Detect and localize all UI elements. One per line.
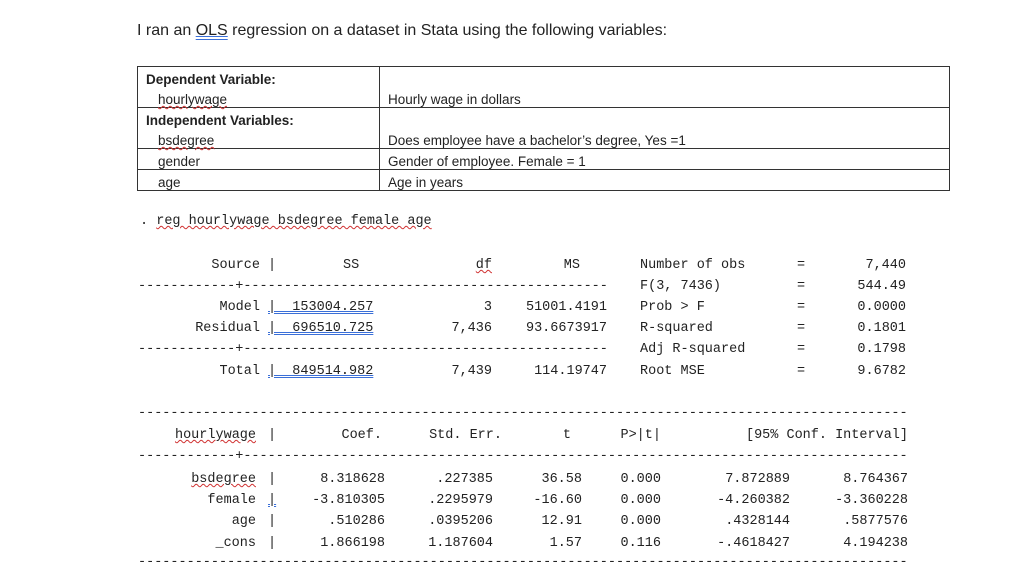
ind-desc: Gender of employee. Female = 1 bbox=[379, 148, 950, 170]
coef-cell: .227385 bbox=[436, 472, 493, 487]
header-t: t bbox=[562, 428, 571, 443]
coef-cell: .5877576 bbox=[843, 514, 908, 529]
pipe: | bbox=[268, 258, 277, 273]
stat-value: 0.1798 bbox=[857, 342, 906, 357]
intro-text: I ran an OLS regression on a dataset in … bbox=[137, 22, 667, 40]
divider-line: ----------------------------------------… bbox=[138, 555, 907, 570]
coef-cell: .510286 bbox=[328, 514, 385, 529]
coef-cell: 36.58 bbox=[541, 472, 582, 487]
coef-cell: 1.57 bbox=[549, 536, 582, 551]
coef-cell: -.4618427 bbox=[717, 536, 790, 551]
equals: = bbox=[797, 258, 806, 273]
df-value: 3 bbox=[483, 300, 492, 315]
ind-name: age bbox=[137, 169, 380, 191]
divider-line: ------------+---------------------------… bbox=[138, 279, 607, 294]
coef-cell: 1.187604 bbox=[428, 536, 493, 551]
coef-cell: -3.360228 bbox=[835, 493, 908, 508]
coef-cell: 1.866198 bbox=[320, 536, 385, 551]
stat-value: 7,440 bbox=[865, 258, 906, 273]
equals: = bbox=[797, 342, 806, 357]
equals: = bbox=[797, 321, 806, 336]
ss-value: | 696510.725 bbox=[268, 321, 374, 336]
coef-cell: -4.260382 bbox=[717, 493, 790, 508]
stat-label: F(3, 7436) bbox=[640, 279, 722, 294]
stat-label: Number of obs bbox=[640, 258, 746, 273]
pipe: | bbox=[268, 514, 277, 529]
header-ci: [95% Conf. Interval] bbox=[745, 428, 908, 443]
ms-value: 114.19747 bbox=[534, 364, 607, 379]
coef-cell: .4328144 bbox=[725, 514, 790, 529]
var-name: age bbox=[231, 514, 256, 529]
stat-label: R-squared bbox=[640, 321, 713, 336]
equals: = bbox=[797, 364, 806, 379]
intro-before: I ran an bbox=[137, 22, 196, 39]
coef-cell: 0.000 bbox=[620, 493, 661, 508]
coef-cell: 4.194238 bbox=[843, 536, 908, 551]
stat-value: 544.49 bbox=[857, 279, 906, 294]
ind-name: bsdegree bbox=[137, 128, 380, 149]
ss-value: | 849514.982 bbox=[268, 364, 374, 379]
header-coef: Coef. bbox=[341, 428, 382, 443]
ind-name: gender bbox=[137, 148, 380, 170]
coef-cell: .0395206 bbox=[428, 514, 493, 529]
header-stderr: Std. Err. bbox=[429, 428, 502, 443]
header-ss: SS bbox=[343, 258, 360, 273]
ind-desc: Age in years bbox=[379, 169, 950, 191]
source-label: Residual bbox=[195, 321, 260, 336]
header-depvar: hourlywage bbox=[174, 428, 256, 443]
ind-label: Independent Variables: bbox=[137, 107, 380, 128]
header-p: P>|t| bbox=[620, 428, 661, 443]
coef-cell: 7.872889 bbox=[725, 472, 790, 487]
ms-value: 51001.4191 bbox=[525, 300, 607, 315]
dep-desc: Hourly wage in dollars bbox=[379, 87, 950, 108]
coef-cell: 8.764367 bbox=[843, 472, 908, 487]
ols-word: OLS bbox=[195, 22, 228, 39]
header-df: df bbox=[475, 258, 492, 273]
stat-label: Prob > F bbox=[640, 300, 705, 315]
command-line: . reg hourlywage bsdegree female age bbox=[140, 214, 432, 229]
equals: = bbox=[797, 279, 806, 294]
source-label: Model bbox=[219, 300, 260, 315]
ms-value: 93.6673917 bbox=[525, 321, 607, 336]
coef-cell: -3.810305 bbox=[312, 493, 385, 508]
header-source: Source bbox=[211, 258, 260, 273]
coef-cell: .2295979 bbox=[428, 493, 493, 508]
ind-desc: Does employee have a bachelor’s degree, … bbox=[379, 128, 950, 149]
variables-table: Dependent Variable: hourlywage Hourly wag… bbox=[137, 66, 950, 191]
intro-after: regression on a dataset in Stata using t… bbox=[227, 22, 668, 39]
pipe: | bbox=[268, 428, 277, 443]
equals: = bbox=[797, 300, 806, 315]
df-value: 7,436 bbox=[451, 321, 492, 336]
coef-cell: 0.000 bbox=[620, 472, 661, 487]
divider-line: ------------+---------------------------… bbox=[138, 342, 607, 357]
var-name: _cons bbox=[215, 536, 256, 551]
coef-cell: 12.91 bbox=[541, 514, 582, 529]
coef-cell: -16.60 bbox=[533, 493, 582, 508]
var-name: bsdegree bbox=[191, 472, 256, 487]
stat-value: 0.1801 bbox=[857, 321, 906, 336]
divider-line: ----------------------------------------… bbox=[138, 406, 907, 421]
ss-value: | 153004.257 bbox=[268, 300, 374, 315]
var-name: female bbox=[207, 493, 256, 508]
pipe: | bbox=[268, 472, 277, 487]
stat-label: Adj R-squared bbox=[640, 342, 746, 357]
pipe: | bbox=[268, 536, 277, 551]
dep-name: hourlywage bbox=[137, 87, 380, 108]
coef-cell: 0.000 bbox=[620, 514, 661, 529]
stat-value: 9.6782 bbox=[857, 364, 906, 379]
stat-label: Root MSE bbox=[640, 364, 705, 379]
source-label: Total bbox=[219, 364, 260, 379]
pipe: | bbox=[268, 493, 277, 508]
header-ms: MS bbox=[563, 258, 580, 273]
dep-label: Dependent Variable: bbox=[137, 66, 380, 87]
stat-value: 0.0000 bbox=[857, 300, 906, 315]
divider-line: ------------+---------------------------… bbox=[138, 449, 907, 464]
coef-cell: 0.116 bbox=[620, 536, 661, 551]
df-value: 7,439 bbox=[451, 364, 492, 379]
coef-cell: 8.318628 bbox=[320, 472, 385, 487]
